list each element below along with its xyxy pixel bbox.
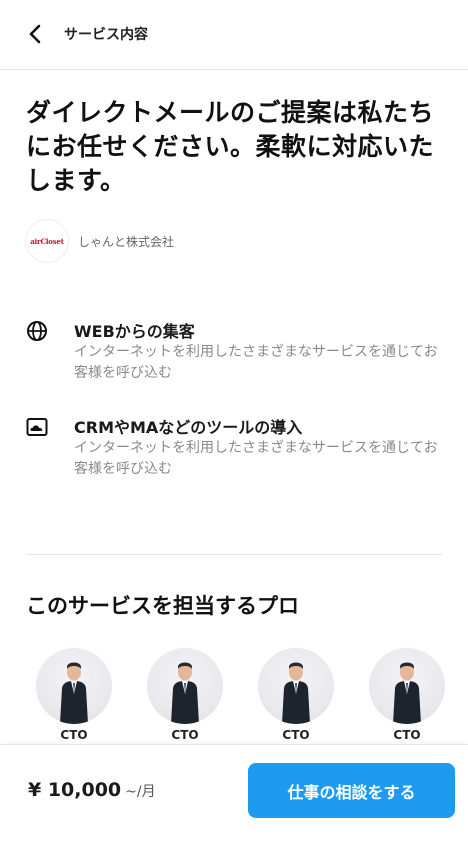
pro-role: CTO [282,728,310,742]
company-name: しゃんと株式会社 [78,234,175,249]
pro-card[interactable]: CTO [36,648,112,742]
pro-role: CTO [60,728,88,742]
back-button[interactable] [22,20,50,48]
company-info[interactable]: airCloset しゃんと株式会社 [26,220,174,262]
pro-card[interactable]: CTO [147,648,223,742]
feature-description: インターネットを利用したさまざまなサービスを通じてお客様を呼び込む [74,344,438,381]
pros-list: CTO CTO CTO CTO [0,648,468,742]
pro-card[interactable]: CTO [369,648,445,742]
pro-role: CTO [171,728,199,742]
avatar [258,648,334,724]
price: ¥ 10,000 ~/月 [28,779,156,801]
pros-section-title: このサービスを担当するプロ [26,594,299,618]
company-logo: airCloset [26,220,68,262]
feature-item: CRMやMAなどのツールの導入 インターネットを利用したさまざまなサービスを通じ… [26,414,446,484]
feature-item: WEBからの集客 インターネットを利用したさまざまなサービスを通じてお客様を呼び… [26,318,446,388]
pro-role: CTO [393,728,421,742]
header-title: サービス内容 [64,27,148,43]
feature-title: CRMやMAなどのツールの導入 [74,418,303,437]
chevron-left-icon [29,24,41,44]
globe-icon [27,321,47,341]
pro-card[interactable]: CTO [258,648,334,742]
section-divider [26,554,442,555]
footer-bar: ¥ 10,000 ~/月 仕事の相談をする [0,744,468,841]
app-header: サービス内容 [0,0,468,70]
price-unit: ~/月 [125,784,156,800]
feature-title: WEBからの集客 [74,322,195,341]
avatar [36,648,112,724]
feature-description: インターネットを利用したさまざまなサービスを通じてお客様を呼び込む [74,440,438,477]
avatar [147,648,223,724]
service-title: ダイレクトメールのご提案は私たちにお任せください。柔軟に対応いたします。 [26,98,435,195]
company-logo-text: airCloset [30,236,64,246]
cloud-icon [26,418,48,436]
consult-button[interactable]: 仕事の相談をする [248,763,455,818]
price-amount: ¥ 10,000 [28,779,122,801]
avatar [369,648,445,724]
